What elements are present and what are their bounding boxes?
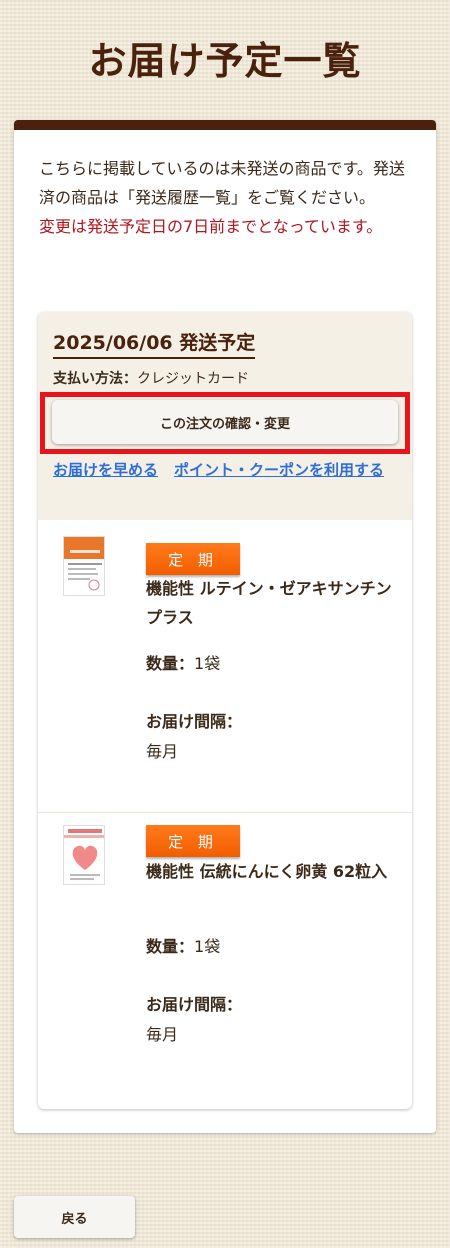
subscription-badge: 定 期 <box>146 543 240 575</box>
confirm-order-button[interactable]: この注文の確認・変更 <box>52 400 398 444</box>
back-button[interactable]: 戻る <box>14 1196 135 1238</box>
product-image-lutein <box>63 536 105 596</box>
quantity-value: 1袋 <box>194 654 221 673</box>
delivery-interval-value: 毎月 <box>146 742 179 761</box>
order-header: 2025/06/06 発送予定 支払い方法：クレジットカード この注文の確認・変… <box>38 312 412 520</box>
product-name: 機能性 ルテイン・ゼアキサンチンプラス <box>146 579 392 627</box>
payment-label: 支払い方法： <box>53 371 137 387</box>
deliver-earlier-link[interactable]: お届けを早める <box>53 458 161 482</box>
delivery-interval-label: お届け間隔： <box>146 712 243 731</box>
product-name: 機能性 伝統にんにく卵黄 62粒入 <box>146 862 388 881</box>
order-list-card: こちらに掲載しているのは未発送の商品です。発送済の商品は「発送履歴一覧」をご覧く… <box>14 120 436 1133</box>
delivery-interval-label: お届け間隔： <box>146 995 243 1014</box>
page-title: お届け予定一覧 <box>88 39 362 83</box>
use-points-coupon-link[interactable]: ポイント・クーポンを利用する <box>174 458 399 482</box>
product-image-garlic-egg-yolk <box>63 825 105 885</box>
subscription-badge: 定 期 <box>146 825 240 857</box>
quantity-label: 数量： <box>146 937 195 956</box>
product-quantity: 数量：1袋 <box>146 933 220 957</box>
ship-date: 2025/06/06 発送予定 <box>53 328 256 359</box>
notice-text: こちらに掲載しているのは未発送の商品です。発送済の商品は「発送履歴一覧」をご覧く… <box>39 154 414 241</box>
notice-info: こちらに掲載しているのは未発送の商品です。発送済の商品は「発送履歴一覧」をご覧く… <box>39 159 405 207</box>
product-quantity: 数量：1袋 <box>146 650 220 674</box>
product-item: 定 期 機能性 伝統にんにく卵黄 62粒入 数量：1袋 お届け間隔： 毎月 <box>38 812 412 1102</box>
payment-method: 支払い方法：クレジットカード <box>53 368 249 388</box>
quantity-label: 数量： <box>146 654 195 673</box>
card-top-bar <box>14 120 436 130</box>
payment-value: クレジットカード <box>137 371 249 387</box>
notice-warning: 変更は発送予定日の7日前までとなっています。 <box>39 217 383 236</box>
quantity-value: 1袋 <box>194 937 221 956</box>
product-item: 定 期 機能性 ルテイン・ゼアキサンチンプラス 数量：1袋 お届け間隔： 毎月 <box>38 520 412 810</box>
delivery-interval-value: 毎月 <box>146 1025 179 1044</box>
order-card: 2025/06/06 発送予定 支払い方法：クレジットカード この注文の確認・変… <box>38 312 412 1109</box>
